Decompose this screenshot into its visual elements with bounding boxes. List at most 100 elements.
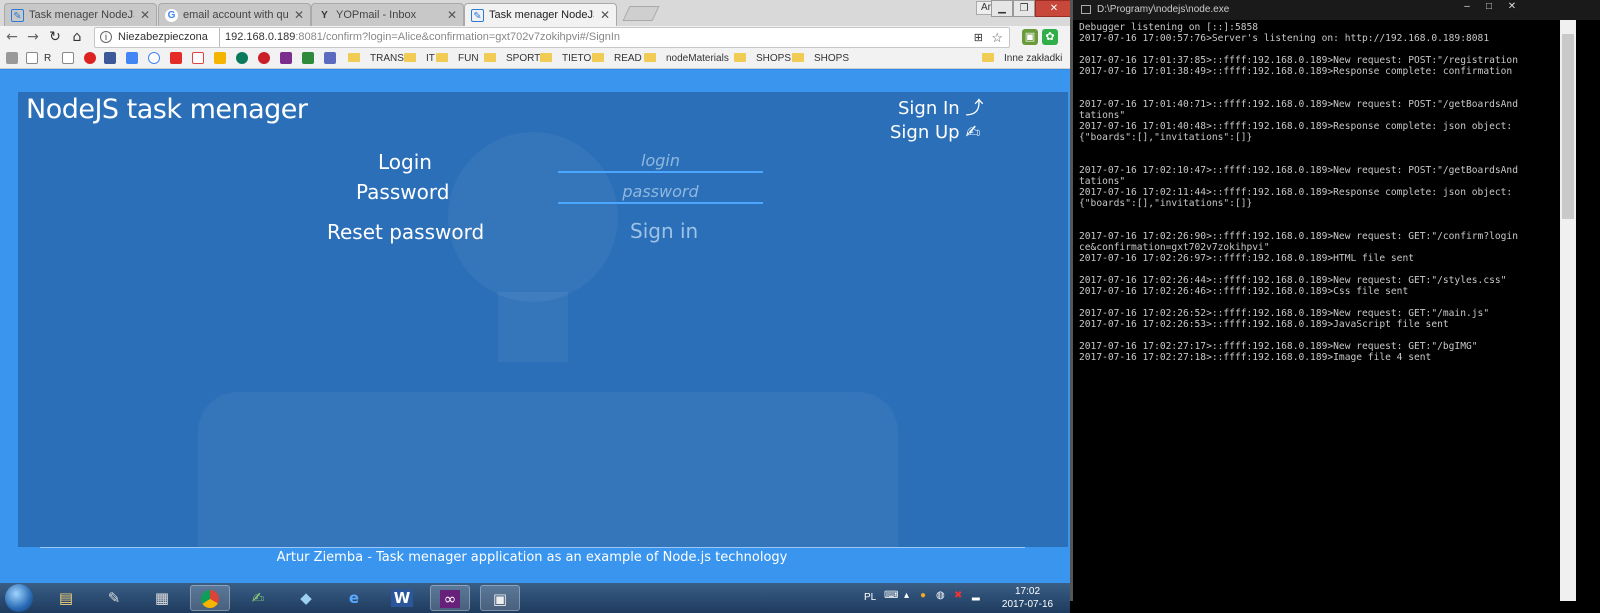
home-icon[interactable]: ⌂	[68, 28, 86, 46]
app-title: NodeJS task menager	[26, 94, 308, 125]
maximize-icon[interactable]: □	[1478, 0, 1500, 14]
bookmark-r[interactable]: R	[44, 52, 51, 66]
tab-task-menager-1[interactable]: ✎ Task menager NodeJS ✕	[4, 3, 157, 26]
language-indicator[interactable]: PL	[864, 592, 876, 603]
paint-icon[interactable]: ✎	[94, 585, 134, 611]
translate-bookmark-icon[interactable]	[126, 52, 138, 66]
folder-icon	[436, 53, 448, 62]
bookmark-page-icon[interactable]	[62, 52, 74, 66]
bookmark-folder-trans[interactable]: TRANS	[348, 52, 404, 66]
folder-label: SHOPS	[814, 53, 850, 64]
visual-studio-icon[interactable]: ∞	[430, 585, 470, 611]
url-text[interactable]: 192.168.0.189:8081/confirm?login=Alice&c…	[219, 28, 620, 47]
close-window-icon[interactable]: ✕	[1035, 0, 1073, 17]
word-icon[interactable]: W	[382, 585, 422, 611]
pinterest-icon[interactable]	[258, 52, 270, 66]
info-icon[interactable]: i	[100, 31, 112, 43]
calculator-icon[interactable]: ▦	[142, 585, 182, 611]
tray-arrow-icon[interactable]: ▴	[904, 590, 909, 601]
eraser-icon[interactable]: ◆	[286, 585, 326, 611]
extension-icon[interactable]: ▣	[1022, 29, 1038, 45]
ie-icon[interactable]: e	[334, 585, 374, 611]
bookmark-folder-it[interactable]: IT	[404, 52, 435, 66]
tab-task-menager-active[interactable]: ✎ Task menager NodeJS ✕	[464, 3, 617, 26]
back-icon[interactable]: ←	[3, 28, 21, 46]
signin-button[interactable]: Sign in	[630, 219, 698, 243]
close-tab-icon[interactable]: ✕	[294, 8, 304, 22]
maximize-icon[interactable]: ❐	[1013, 0, 1035, 17]
tab-label: YOPmail - Inbox	[336, 9, 417, 21]
clock[interactable]: 17:02 2017-07-16	[990, 585, 1065, 611]
address-bar[interactable]: i Niezabezpieczona 192.168.0.189:8081/co…	[94, 27, 1010, 48]
network-icon[interactable]: ▂	[972, 590, 980, 601]
bookmark-star-icon[interactable]: ☆	[991, 28, 1003, 47]
tab-label: email account with quick	[183, 9, 288, 21]
folder-label: Inne zakładki	[1004, 53, 1063, 64]
bookmark-folder-fun[interactable]: FUN	[436, 52, 479, 66]
close-tab-icon[interactable]: ✕	[447, 8, 457, 22]
bookmark-icon[interactable]	[236, 52, 248, 66]
console-line: 2017-07-16 17:02:26:97>::ffff:192.168.0.…	[1079, 253, 1415, 264]
edit-icon: ✍	[965, 122, 981, 143]
extension-icon[interactable]: ✿	[1042, 29, 1058, 45]
close-tab-icon[interactable]: ✕	[600, 8, 610, 22]
console-taskbar-icon[interactable]: ▣	[480, 585, 520, 611]
folder-label: TRANS	[370, 53, 404, 64]
bookmark-folder-read[interactable]: READ	[592, 52, 642, 66]
browser-toolbar: ← → ↻ ⌂ i Niezabezpieczona 192.168.0.189…	[0, 26, 1090, 49]
minimize-icon[interactable]: ▁	[991, 0, 1013, 17]
tab-yopmail[interactable]: Y YOPmail - Inbox ✕	[311, 3, 464, 26]
console-line: tations"	[1079, 176, 1126, 187]
bookmark-folder-shops-2[interactable]: SHOPS	[792, 52, 849, 66]
console-line: 2017-07-16 17:02:27:17>::ffff:192.168.0.…	[1079, 341, 1478, 352]
forward-icon[interactable]: →	[24, 28, 42, 46]
keyboard-icon[interactable]: ⌨	[884, 590, 898, 601]
bookmark-icon[interactable]	[302, 52, 314, 66]
nav-signin-link[interactable]: Sign In ⤴	[898, 94, 983, 120]
bookmark-folder-nodematerials[interactable]: nodeMaterials	[644, 52, 729, 66]
bookmark-folder-tieto[interactable]: TIETO	[540, 52, 591, 66]
translate-icon[interactable]: ⊞	[974, 29, 983, 48]
bookmark-folder-other[interactable]: Inne zakładki	[982, 52, 1062, 66]
minimize-icon[interactable]: ‒	[1456, 0, 1478, 14]
bookmark-page-icon[interactable]	[26, 52, 38, 66]
drive-icon[interactable]	[214, 52, 226, 66]
console-line: 2017-07-16 17:02:26:53>::ffff:192.168.0.…	[1079, 319, 1449, 330]
reload-icon[interactable]: ↻	[46, 28, 64, 46]
facebook-icon[interactable]	[104, 52, 116, 66]
apps-icon[interactable]	[6, 52, 18, 66]
explorer-icon[interactable]: ▤	[46, 585, 86, 611]
folder-icon	[540, 53, 552, 62]
onenote-icon[interactable]	[280, 52, 292, 66]
google-icon[interactable]	[148, 52, 160, 66]
password-input[interactable]	[558, 180, 763, 204]
bookmark-folder-sport[interactable]: SPORT	[484, 52, 540, 66]
scrollbar-thumb[interactable]	[1562, 34, 1574, 219]
notepadpp-icon[interactable]: ✍	[238, 585, 278, 611]
start-button[interactable]	[5, 584, 33, 612]
tab-email-search[interactable]: G email account with quick ✕	[158, 3, 311, 26]
close-tab-icon[interactable]: ✕	[140, 8, 150, 22]
bookmark-folder-shops[interactable]: SHOPS	[734, 52, 791, 66]
new-tab-button[interactable]	[622, 6, 660, 21]
nav-signup-link[interactable]: Sign Up ✍	[890, 122, 980, 143]
volume-muted-icon[interactable]: ✖	[954, 590, 962, 601]
gmail-icon[interactable]	[192, 52, 204, 66]
bookmark-icon[interactable]	[84, 52, 96, 66]
tray-app-icon[interactable]: ●	[920, 590, 926, 601]
bookmark-icon[interactable]	[324, 52, 336, 66]
chrome-taskbar-icon[interactable]	[190, 585, 230, 611]
reset-password-link[interactable]: Reset password	[327, 220, 484, 244]
login-input[interactable]	[558, 149, 763, 173]
browser-window: ✎ Task menager NodeJS ✕ G email account …	[0, 0, 1090, 583]
close-window-icon[interactable]: ✕	[1501, 0, 1523, 14]
console-scrollbar[interactable]	[1560, 20, 1576, 601]
url-path: :8081/confirm?login=Alice&confirmation=g…	[295, 31, 621, 43]
folder-label: SPORT	[506, 53, 541, 64]
console-line: 2017-07-16 17:02:11:44>::ffff:192.168.0.…	[1079, 187, 1513, 198]
tray-app-icon[interactable]: ◍	[936, 590, 945, 601]
youtube-icon[interactable]	[170, 52, 182, 66]
